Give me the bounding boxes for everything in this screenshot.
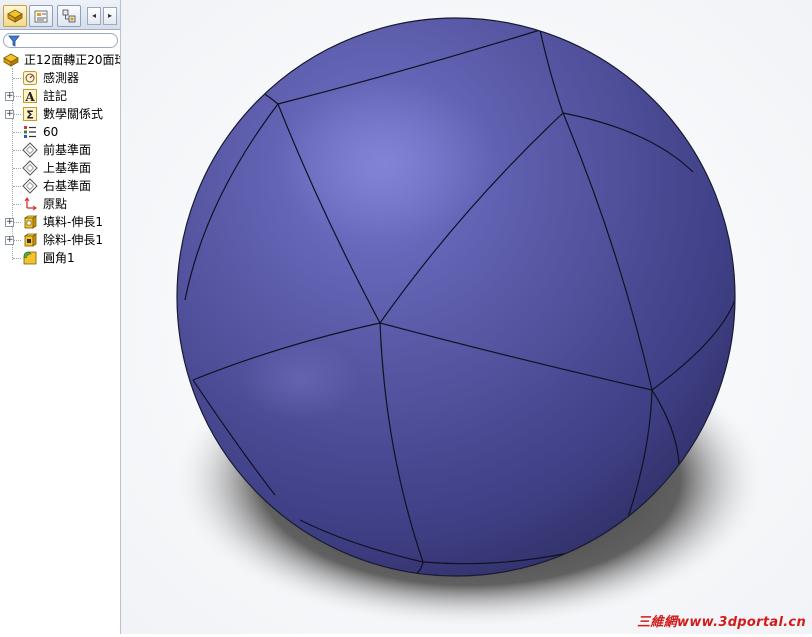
tree-item-front-plane[interactable]: 前基準面 [0, 141, 120, 159]
origin-icon [24, 197, 37, 211]
fillet-icon [23, 251, 37, 265]
tree-connector [14, 96, 21, 97]
tree-item-origin[interactable]: 原點 [0, 195, 120, 213]
tree-connector [13, 168, 21, 169]
svg-text:A: A [24, 90, 35, 104]
tree-item-fillet[interactable]: 圓角1 [0, 249, 120, 267]
watermark-url: www.3dportal.cn [677, 615, 806, 630]
tree-item-top-plane[interactable]: 上基準面 [0, 159, 120, 177]
feature-manager-panel: ◂ ▸ 正12面轉正20面球 感測器 + A 註記 + Σ 數學關係式 60 前… [0, 0, 121, 634]
tree-item-material[interactable]: 60 [0, 123, 120, 141]
tree-connector [14, 222, 21, 223]
svg-text:Σ: Σ [26, 109, 34, 122]
tree-item-label: 註記 [43, 89, 68, 103]
feature-tree-icon [7, 9, 23, 23]
tree-item-cut-extrude[interactable]: + 除料-伸長1 [0, 231, 120, 249]
tree-item-right-plane[interactable]: 右基準面 [0, 177, 120, 195]
configuration-manager-icon [62, 9, 76, 23]
tree-root-part[interactable]: 正12面轉正20面球 [0, 51, 121, 69]
tree-connector [13, 78, 21, 79]
feature-manager-tab[interactable] [3, 5, 27, 27]
tree-item-equations[interactable]: + Σ 數學關係式 [0, 105, 120, 123]
tree-item-annotations[interactable]: + A 註記 [0, 87, 120, 105]
feature-tree-filter[interactable] [3, 33, 118, 48]
graphics-viewport[interactable] [121, 0, 812, 634]
tree-item-label: 右基準面 [43, 179, 92, 193]
plane-icon [22, 160, 38, 176]
configuration-manager-tab[interactable] [57, 5, 81, 27]
boss-extrude-icon [23, 215, 38, 229]
expand-icon[interactable]: + [5, 110, 14, 119]
site-watermark: 三維網www.3dportal.cn [637, 611, 806, 630]
sphere-highlight [275, 80, 495, 240]
tree-connector [14, 114, 21, 115]
plane-icon [22, 142, 38, 158]
tree-item-label: 數學關係式 [43, 107, 104, 121]
expand-icon[interactable]: + [5, 92, 14, 101]
cut-extrude-icon [23, 233, 38, 247]
equation-icon: Σ [23, 107, 37, 122]
tree-connector [14, 240, 21, 241]
expand-icon[interactable]: + [5, 236, 14, 245]
property-manager-tab[interactable] [29, 5, 53, 27]
arrow-left-icon: ◂ [91, 11, 96, 20]
sphere-highlight-secondary [240, 340, 360, 420]
arrow-right-icon: ▸ [107, 11, 112, 20]
tree-item-label: 除料-伸長1 [43, 233, 103, 247]
tree-item-label: 上基準面 [43, 161, 92, 175]
tree-connector [13, 150, 21, 151]
tree-item-boss-extrude[interactable]: + 填料-伸長1 [0, 213, 120, 231]
property-manager-icon [34, 10, 48, 23]
tree-item-label: 原點 [43, 197, 68, 211]
model-canvas[interactable] [121, 0, 812, 634]
tree-connector [13, 186, 21, 187]
tree-connector [13, 132, 21, 133]
panel-tab-bar: ◂ ▸ [0, 0, 120, 30]
tree-item-label: 填料-伸長1 [43, 215, 103, 229]
tab-scroll-left-button[interactable]: ◂ [87, 7, 101, 25]
tree-connector [13, 204, 21, 205]
expand-icon[interactable]: + [5, 218, 14, 227]
tree-item-label: 圓角1 [43, 251, 75, 265]
tab-scroll-right-button[interactable]: ▸ [103, 7, 117, 25]
part-icon [3, 53, 19, 67]
tree-connector [13, 258, 21, 259]
annotation-icon: A [23, 89, 37, 104]
filter-icon [8, 35, 20, 47]
tree-item-sensors[interactable]: 感測器 [0, 69, 120, 87]
sensor-icon [23, 71, 37, 85]
material-icon [24, 126, 36, 138]
tree-item-label: 感測器 [43, 71, 80, 85]
tree-item-label: 60 [43, 125, 59, 139]
plane-icon [22, 178, 38, 194]
tree-root-label: 正12面轉正20面球 [24, 53, 121, 67]
tree-item-label: 前基準面 [43, 143, 92, 157]
watermark-brand: 三維網 [637, 615, 678, 630]
